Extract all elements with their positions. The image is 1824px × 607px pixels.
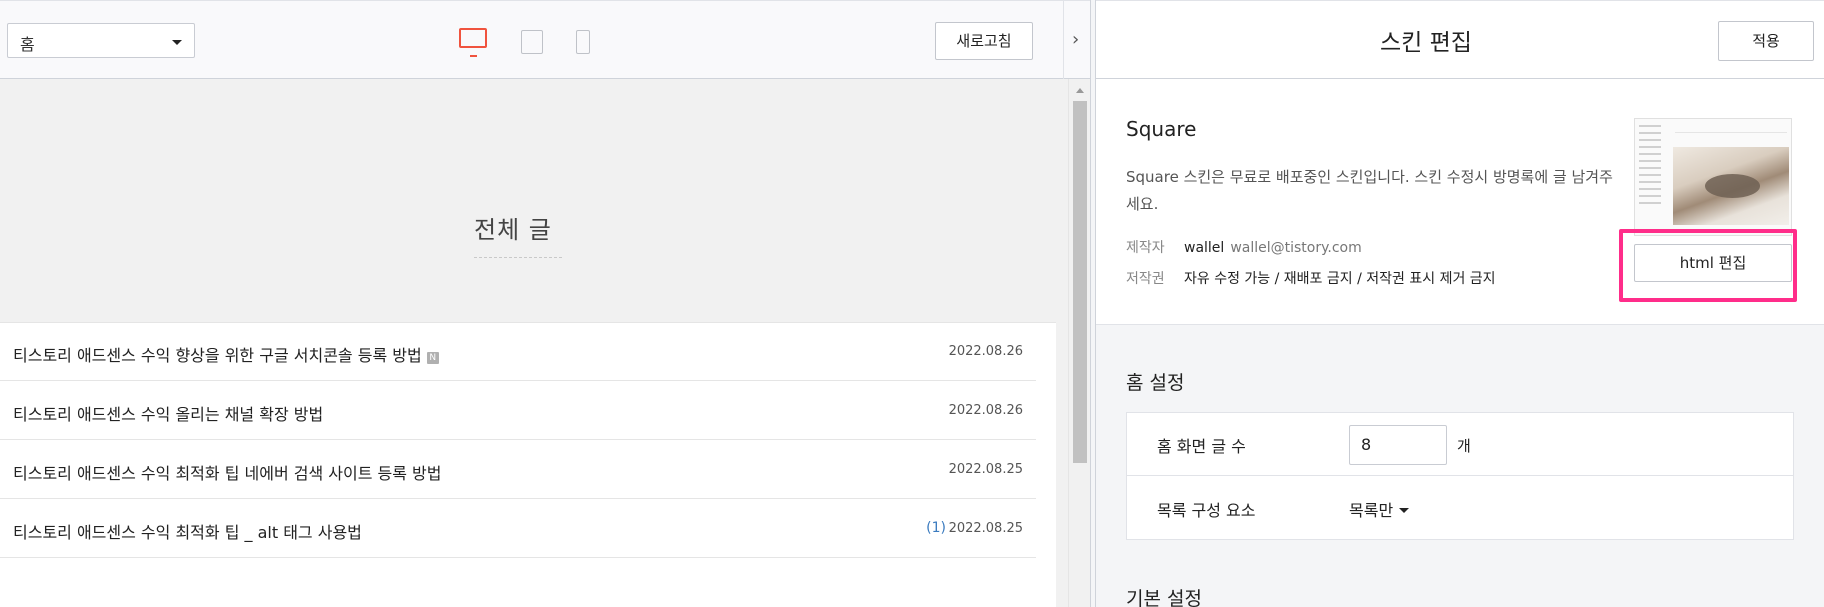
post-title: 티스토리 애드센스 수익 최적화 팁 _ alt 태그 사용법: [13, 523, 362, 542]
comment-count: (1): [926, 520, 946, 536]
author-email: wallel@tistory.com: [1230, 240, 1362, 256]
list-item[interactable]: 티스토리 애드센스 수익 최적화 팁 _ alt 태그 사용법 (1) 2022…: [0, 500, 1036, 558]
post-count-row: 홈 화면 글 수 8 개: [1127, 413, 1793, 476]
post-title: 티스토리 애드센스 수익 올리는 채널 확장 방법: [13, 405, 324, 424]
new-badge: N: [426, 352, 439, 364]
post-title: 티스토리 애드센스 수익 최적화 팁 네에버 검색 사이트 등록 방법: [13, 464, 442, 483]
preview-toolbar: 홈 새로고침 ›: [0, 0, 1090, 80]
collapse-panel-button[interactable]: ›: [1063, 1, 1090, 80]
scroll-thumb[interactable]: [1073, 101, 1087, 463]
skin-thumbnail: [1634, 118, 1792, 236]
preview-scrollbar[interactable]: [1068, 79, 1090, 607]
basic-settings-title: 기본 설정: [1126, 588, 1202, 607]
list-item[interactable]: 티스토리 애드센스 수익 향상을 위한 구글 서치콘솔 등록 방법 N 2022.…: [0, 323, 1036, 381]
desktop-icon[interactable]: [459, 28, 487, 57]
chevron-down-icon: [172, 40, 182, 45]
list-component-value: 목록만: [1349, 501, 1394, 520]
list-item[interactable]: 티스토리 애드센스 수익 올리는 채널 확장 방법 2022.08.26: [0, 382, 1036, 440]
post-title: 티스토리 애드센스 수익 향상을 위한 구글 서치콘솔 등록 방법: [13, 346, 422, 365]
page-title: 전체 글: [474, 216, 552, 244]
list-component-label: 목록 구성 요소: [1157, 501, 1256, 520]
skin-name: Square: [1126, 117, 1197, 141]
page-select[interactable]: 홈: [7, 23, 195, 58]
skin-editor-pane: 스킨 편집 적용 Square Square 스킨은 무료로 배포중인 스킨입니…: [1096, 0, 1824, 607]
highlight-box: [1619, 229, 1797, 302]
title-underline: [474, 257, 562, 258]
license-label: 저작권: [1126, 271, 1165, 287]
post-date: 2022.08.25: [948, 521, 1023, 536]
license-value: 자유 수정 가능 / 재배포 금지 / 저작권 표시 제거 금지: [1184, 271, 1496, 287]
scroll-up-icon[interactable]: [1076, 88, 1084, 93]
list-item[interactable]: 티스토리 애드센스 수익 최적화 팁 네에버 검색 사이트 등록 방법 2022…: [0, 441, 1036, 499]
chevron-right-icon: ›: [1072, 29, 1080, 50]
post-date: 2022.08.25: [948, 462, 1023, 477]
blog-preview: 전체 글 티스토리 애드센스 수익 향상을 위한 구글 서치콘솔 등록 방법 N …: [0, 79, 1068, 607]
post-count-input[interactable]: 8: [1349, 425, 1447, 465]
author-name: wallel: [1184, 240, 1225, 256]
page-select-value: 홈: [20, 35, 35, 54]
apply-button[interactable]: 적용: [1718, 21, 1814, 61]
list-component-select[interactable]: 목록만: [1349, 497, 1410, 521]
author-label: 제작자: [1126, 240, 1165, 256]
tablet-icon[interactable]: [521, 30, 543, 54]
list-component-row: 목록 구성 요소 목록만: [1127, 477, 1793, 540]
home-settings-title: 홈 설정: [1126, 372, 1185, 394]
editor-header: 스킨 편집 적용: [1096, 0, 1824, 79]
post-count-unit: 개: [1457, 437, 1471, 455]
post-count-label: 홈 화면 글 수: [1157, 437, 1246, 456]
editor-title: 스킨 편집: [1380, 30, 1472, 56]
mobile-icon[interactable]: [576, 30, 590, 54]
license-row: 저작권 자유 수정 가능 / 재배포 금지 / 저작권 표시 제거 금지: [1126, 268, 1496, 288]
preview-pane: 홈 새로고침 › 전체 글 티스토리 애드센스 수익 향상을 위한 구글 서치콘…: [0, 0, 1090, 607]
chevron-down-icon: [1399, 508, 1410, 513]
skin-info-card: Square Square 스킨은 무료로 배포중인 스킨입니다. 스킨 수정시…: [1096, 79, 1824, 325]
author-row: 제작자 wallel wallel@tistory.com: [1126, 237, 1362, 257]
post-list: 티스토리 애드센스 수익 향상을 위한 구글 서치콘솔 등록 방법 N 2022.…: [0, 322, 1056, 607]
home-settings-form: 홈 화면 글 수 8 개 목록 구성 요소 목록만: [1126, 412, 1794, 540]
refresh-button[interactable]: 새로고침: [935, 22, 1033, 60]
post-date: 2022.08.26: [948, 403, 1023, 418]
skin-description: Square 스킨은 무료로 배포중인 스킨입니다. 스킨 수정시 방명록에 글…: [1126, 168, 1613, 213]
post-date: 2022.08.26: [948, 344, 1023, 359]
